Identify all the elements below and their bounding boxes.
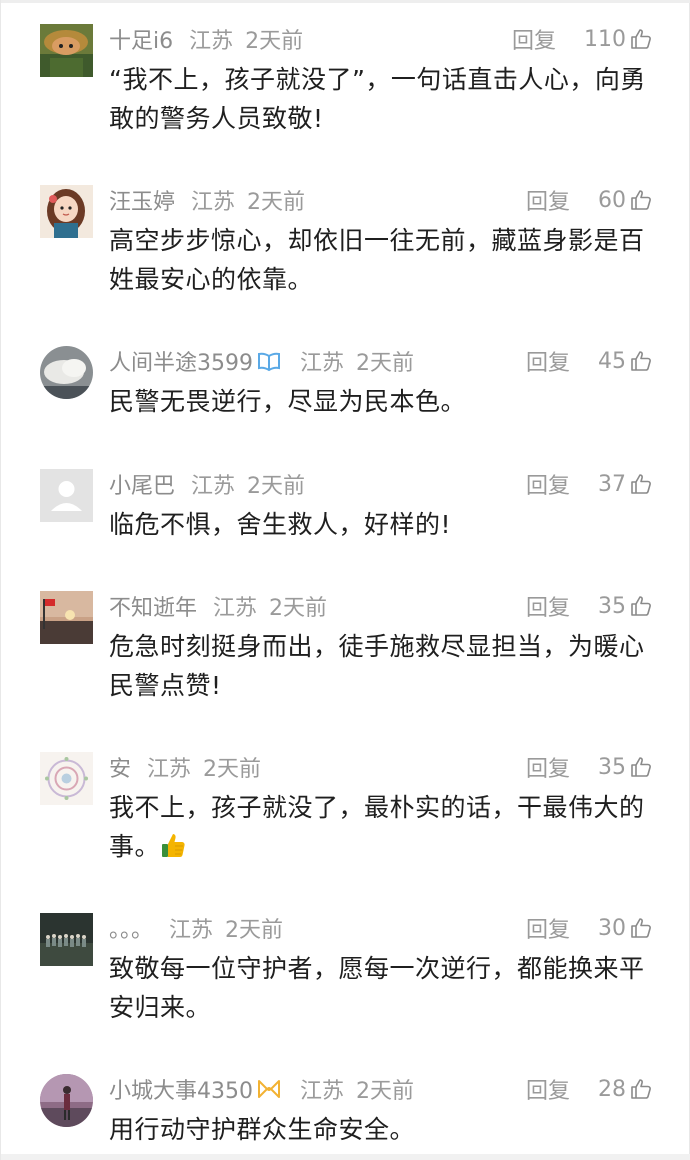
thumbs-up-icon[interactable] [629,916,653,940]
avatar-cloud-sky-icon [40,346,93,399]
username[interactable]: 不知逝年 [109,590,197,622]
like-count: 45 [598,348,626,374]
comment-text: 致敬每一位守护者，愿每一次逆行，都能换来平安归来。 [109,954,645,1022]
like-count: 60 [598,187,626,213]
timestamp: 2天前 [269,596,328,621]
avatar-mandala-pattern-icon [40,752,93,805]
username[interactable]: 小尾巴 [109,468,175,500]
avatar-cartoon-girl-icon [40,185,93,238]
like-count: 35 [598,754,626,780]
comment-text: 民警无畏逆行，尽显为民本色。 [109,387,467,416]
avatar[interactable] [40,185,93,238]
thumbs-up-emoji-icon [162,834,185,857]
reply-button[interactable]: 回复 [526,912,570,944]
location: 江苏 [169,918,214,943]
username[interactable]: 小城大事4350 [109,1073,253,1105]
username[interactable]: 十足i6 [109,23,173,55]
username[interactable]: 人间半途3599 [109,345,253,377]
thumbs-up-icon[interactable] [629,1077,653,1101]
reply-button[interactable]: 回复 [526,468,570,500]
thumbs-up-icon[interactable] [629,349,653,373]
comment-meta: 不知逝年 江苏 2天前 [109,591,327,621]
avatar[interactable] [40,469,93,522]
comment-actions: 回复 45 [526,346,653,376]
comment-actions: 回复 110 [512,24,653,54]
avatar-default-placeholder-icon [40,469,93,522]
comment-text-content: 我不上，孩子就没了，最朴实的话，干最伟大的事。 [109,793,645,861]
like-count: 28 [598,1076,626,1102]
gold-ribbon-badge-icon [258,1080,280,1098]
comment-text: 危急时刻挺身而出，徒手施救尽显担当，为暖心民警点赞! [109,632,645,700]
comment-meta: 小城大事4350 江苏 2天前 [109,1074,414,1104]
location: 江苏 [300,1079,345,1104]
comment-actions: 回复 35 [526,591,653,621]
top-divider [1,0,690,3]
thumbs-up-icon[interactable] [629,755,653,779]
location: 江苏 [300,351,345,376]
comment-meta: 安 江苏 2天前 [109,752,261,782]
location: 江苏 [213,596,258,621]
comment-actions: 回复 28 [526,1074,653,1104]
avatar[interactable] [40,752,93,805]
comment-meta: 小尾巴 江苏 2天前 [109,469,305,499]
reply-button[interactable]: 回复 [526,184,570,216]
avatar[interactable] [40,346,93,399]
username[interactable]: 。。。 [109,912,153,944]
comment-meta: 人间半途3599 江苏 2天前 [109,346,414,376]
comment-actions: 回复 35 [526,752,653,782]
avatar[interactable] [40,591,93,644]
like-count: 35 [598,593,626,619]
timestamp: 2天前 [245,29,304,54]
location: 江苏 [191,190,236,215]
comment-actions: 回复 60 [526,185,653,215]
like-count: 30 [598,915,626,941]
thumbs-up-icon[interactable] [629,188,653,212]
timestamp: 2天前 [356,1079,415,1104]
avatar-person-outdoor-icon [40,1074,93,1127]
avatar-group-photo-icon [40,913,93,966]
timestamp: 2天前 [247,190,306,215]
comment-list-page: 十足i6 江苏 2天前 回复 110 “我不上，孩子就没了”，一句话直击人心，向… [0,0,690,1160]
comment-meta: 汪玉婷 江苏 2天前 [109,185,305,215]
location: 江苏 [191,474,236,499]
avatar-sunset-flag-icon [40,591,93,644]
timestamp: 2天前 [356,351,415,376]
avatar[interactable] [40,24,93,77]
username[interactable]: 汪玉婷 [109,184,175,216]
thumbs-up-icon[interactable] [629,472,653,496]
timestamp: 2天前 [203,757,262,782]
comment-actions: 回复 30 [526,913,653,943]
reply-button[interactable]: 回复 [526,590,570,622]
comment-text: 高空步步惊心，却依旧一往无前，藏蓝身影是百姓最安心的依靠。 [109,226,645,294]
comment-meta: 十足i6 江苏 2天前 [109,24,303,54]
username[interactable]: 安 [109,751,131,783]
like-count: 110 [584,26,626,52]
comment-actions: 回复 37 [526,469,653,499]
comment-meta: 。。。 江苏 2天前 [109,913,283,943]
thumbs-up-icon[interactable] [629,594,653,618]
reply-button[interactable]: 回复 [526,751,570,783]
timestamp: 2天前 [225,918,284,943]
location: 江苏 [147,757,192,782]
comment-text: 我不上，孩子就没了，最朴实的话，干最伟大的事。 [109,788,659,866]
timestamp: 2天前 [247,474,306,499]
avatar-cartoon-helmet-icon [40,24,93,77]
thumbs-up-icon[interactable] [629,27,653,51]
location: 江苏 [189,29,234,54]
reply-button[interactable]: 回复 [526,1073,570,1105]
avatar[interactable] [40,1074,93,1127]
bottom-divider [1,1154,690,1160]
avatar[interactable] [40,913,93,966]
comment-text: 用行动守护群众生命安全。 [109,1115,416,1144]
comment-text: “我不上，孩子就没了”，一句话直击人心，向勇敢的警务人员致敬! [109,65,646,133]
like-count: 37 [598,471,626,497]
reply-button[interactable]: 回复 [526,345,570,377]
blue-book-badge-icon [258,352,280,372]
reply-button[interactable]: 回复 [512,23,556,55]
comment-text: 临危不惧，舍生救人，好样的! [109,510,452,539]
